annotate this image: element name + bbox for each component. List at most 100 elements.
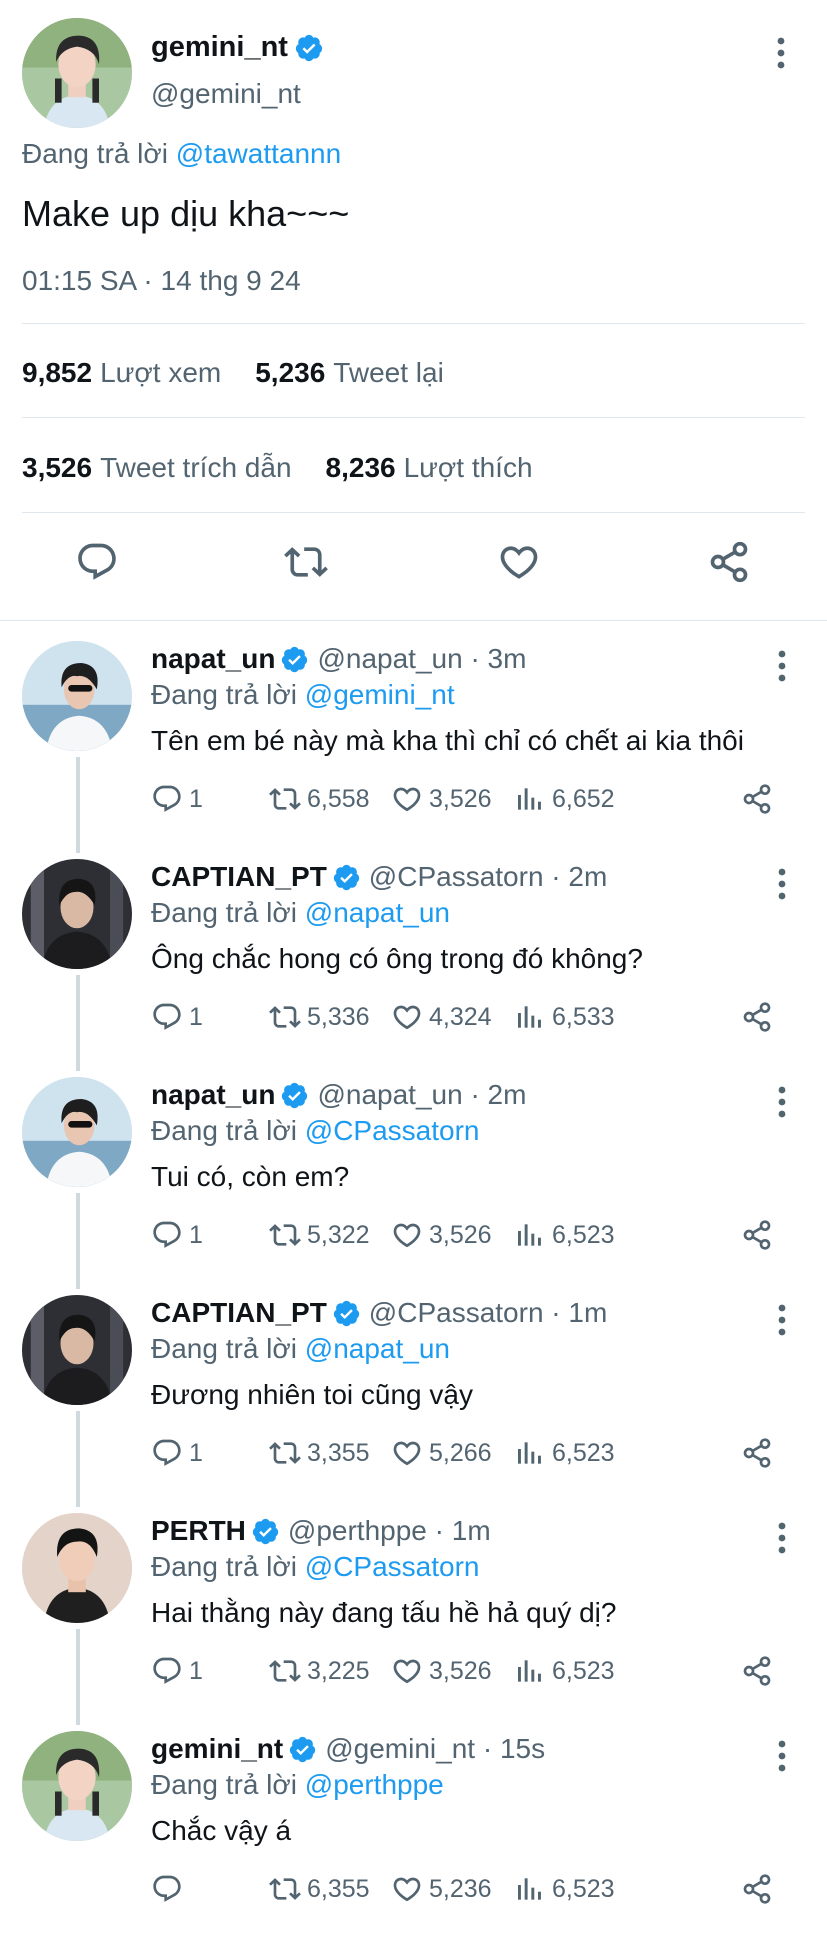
- author-handle-time[interactable]: @CPassatorn · 2m: [369, 861, 608, 893]
- like-button[interactable]: 3,526: [391, 783, 492, 815]
- like-icon[interactable]: [497, 540, 541, 584]
- views-button[interactable]: 6,523: [514, 1437, 615, 1469]
- quotes-stat[interactable]: 3,526 Tweet trích dẫn: [22, 452, 292, 484]
- retweet-button[interactable]: 3,225: [269, 1655, 370, 1687]
- more-options-icon[interactable]: [775, 36, 787, 70]
- author-name[interactable]: gemini_nt: [151, 1733, 283, 1765]
- author-name[interactable]: napat_un: [151, 643, 275, 675]
- reply-button[interactable]: [151, 1873, 183, 1905]
- likes-stat[interactable]: 8,236 Lượt thích: [326, 452, 533, 484]
- reply-button[interactable]: 1: [151, 1001, 203, 1033]
- author-name[interactable]: PERTH: [151, 1515, 246, 1547]
- retweet-button[interactable]: 5,336: [269, 1001, 370, 1033]
- reply-tweet[interactable]: napat_un @napat_un · 2m Đang trả lời @CP…: [0, 1065, 827, 1289]
- replying-to-link[interactable]: @gemini_nt: [305, 679, 455, 710]
- tweet-timestamp[interactable]: 01:15 SA · 14 thg 9 24: [22, 265, 301, 297]
- quotes-label: Tweet trích dẫn: [100, 452, 292, 483]
- reply-tweet[interactable]: napat_un @napat_un · 3m Đang trả lời @ge…: [0, 629, 827, 853]
- reply-icon: [151, 1655, 183, 1687]
- avatar[interactable]: [22, 1731, 132, 1841]
- views-count: 6,523: [552, 1874, 615, 1903]
- avatar[interactable]: [22, 859, 132, 969]
- tweet-text: Chắc vậy á: [151, 1815, 292, 1846]
- views-button[interactable]: 6,533: [514, 1001, 615, 1033]
- like-button[interactable]: 3,526: [391, 1219, 492, 1251]
- views-count: 9,852: [22, 357, 93, 388]
- replying-to-label: Đang trả lời: [151, 1551, 297, 1582]
- more-options-icon[interactable]: [777, 1303, 787, 1337]
- reply-icon[interactable]: [75, 540, 119, 584]
- share-button[interactable]: [741, 1873, 773, 1905]
- views-button[interactable]: 6,523: [514, 1219, 615, 1251]
- views-count: 6,523: [552, 1656, 615, 1685]
- retweet-button[interactable]: 6,558: [269, 783, 370, 815]
- avatar[interactable]: [22, 1295, 132, 1405]
- share-button[interactable]: [741, 1437, 773, 1469]
- replying-to-link[interactable]: @napat_un: [305, 1333, 450, 1364]
- replying-to-link[interactable]: @perthppe: [305, 1769, 444, 1800]
- avatar[interactable]: [22, 1077, 132, 1187]
- replying-to-link[interactable]: @napat_un: [305, 897, 450, 928]
- more-options-icon[interactable]: [777, 1085, 787, 1119]
- reply-button[interactable]: 1: [151, 1219, 203, 1251]
- retweet-button[interactable]: 3,355: [269, 1437, 370, 1469]
- retweet-icon: [269, 1219, 301, 1251]
- retweet-icon[interactable]: [284, 540, 328, 584]
- divider: [22, 323, 805, 324]
- reply-tweet[interactable]: CAPTIAN_PT @CPassatorn · 1m Đang trả lời…: [0, 1283, 827, 1507]
- retweet-button[interactable]: 5,322: [269, 1219, 370, 1251]
- author-handle-time[interactable]: @perthppe · 1m: [288, 1515, 491, 1547]
- author-name[interactable]: gemini_nt: [151, 31, 288, 64]
- author-name[interactable]: napat_un: [151, 1079, 275, 1111]
- views-stat: 9,852 Lượt xem: [22, 357, 221, 389]
- like-button[interactable]: 5,266: [391, 1437, 492, 1469]
- views-icon: [514, 1219, 546, 1251]
- views-button[interactable]: 6,652: [514, 783, 615, 815]
- share-icon[interactable]: [707, 540, 751, 584]
- replying-to-label: Đang trả lời: [151, 897, 297, 928]
- more-options-icon[interactable]: [777, 1739, 787, 1773]
- like-button[interactable]: 3,526: [391, 1655, 492, 1687]
- author-handle[interactable]: @gemini_nt: [151, 78, 301, 110]
- like-icon: [391, 1655, 423, 1687]
- retweets-stat[interactable]: 5,236 Tweet lại: [255, 357, 444, 389]
- avatar[interactable]: [22, 18, 132, 128]
- avatar[interactable]: [22, 1513, 132, 1623]
- like-button[interactable]: 5,236: [391, 1873, 492, 1905]
- replying-to-link[interactable]: @CPassatorn: [305, 1115, 480, 1146]
- views-button[interactable]: 6,523: [514, 1655, 615, 1687]
- more-options-icon[interactable]: [777, 1521, 787, 1555]
- author-name[interactable]: CAPTIAN_PT: [151, 861, 327, 893]
- retweet-button[interactable]: 6,355: [269, 1873, 370, 1905]
- like-icon: [391, 1219, 423, 1251]
- reply-tweet[interactable]: CAPTIAN_PT @CPassatorn · 2m Đang trả lời…: [0, 847, 827, 1071]
- retweet-icon: [269, 1437, 301, 1469]
- reply-button[interactable]: 1: [151, 1437, 203, 1469]
- author-handle-time[interactable]: @gemini_nt · 15s: [325, 1733, 545, 1765]
- replying-to-link[interactable]: @CPassatorn: [305, 1551, 480, 1582]
- reply-tweet[interactable]: PERTH @perthppe · 1m Đang trả lời @CPass…: [0, 1501, 827, 1725]
- reply-button[interactable]: 1: [151, 1655, 203, 1687]
- replying-to-link[interactable]: @tawattannn: [176, 138, 341, 169]
- thread-line: [76, 1193, 80, 1289]
- views-button[interactable]: 6,523: [514, 1873, 615, 1905]
- author-name[interactable]: CAPTIAN_PT: [151, 1297, 327, 1329]
- author-handle-time[interactable]: @CPassatorn · 1m: [369, 1297, 608, 1329]
- author-handle-time[interactable]: @napat_un · 2m: [317, 1079, 526, 1111]
- avatar[interactable]: [22, 641, 132, 751]
- reply-button[interactable]: 1: [151, 783, 203, 815]
- share-button[interactable]: [741, 1219, 773, 1251]
- reply-icon: [151, 783, 183, 815]
- share-button[interactable]: [741, 1655, 773, 1687]
- replying-to: Đang trả lời @perthppe: [151, 1769, 444, 1801]
- author-handle-time[interactable]: @napat_un · 3m: [317, 643, 526, 675]
- stats-row: 9,852 Lượt xem 5,236 Tweet lại: [22, 357, 444, 389]
- more-options-icon[interactable]: [777, 867, 787, 901]
- replying-to-label: Đang trả lời: [151, 1769, 297, 1800]
- like-button[interactable]: 4,324: [391, 1001, 492, 1033]
- share-button[interactable]: [741, 1001, 773, 1033]
- replying-to: Đang trả lời @napat_un: [151, 1333, 450, 1365]
- more-options-icon[interactable]: [777, 649, 787, 683]
- share-button[interactable]: [741, 783, 773, 815]
- reply-tweet[interactable]: gemini_nt @gemini_nt · 15s Đang trả lời …: [0, 1719, 827, 1937]
